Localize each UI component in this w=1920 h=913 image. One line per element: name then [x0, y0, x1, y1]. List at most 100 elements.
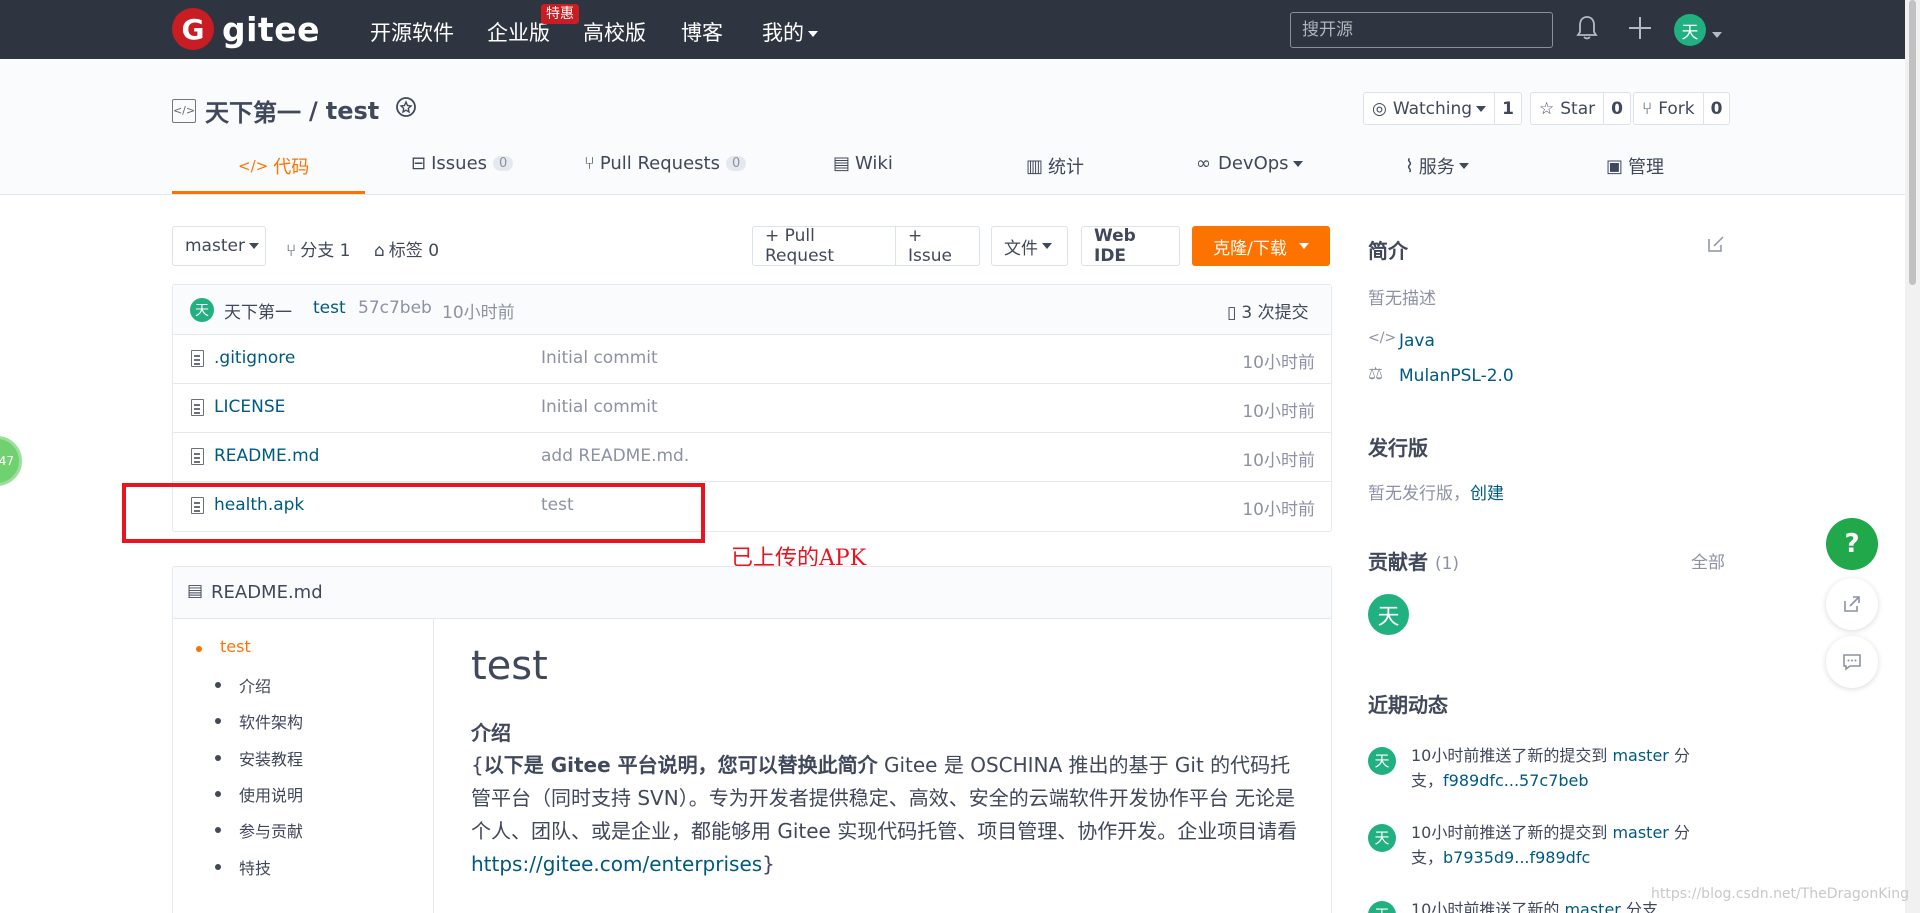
language-link[interactable]: Java: [1399, 331, 1435, 351]
commit-time: 10小时前: [442, 303, 515, 323]
tab-services[interactable]: ⌇ 服务: [1405, 153, 1469, 179]
scrollbar-thumb[interactable]: [1909, 0, 1916, 285]
new-issue-button[interactable]: + Issue: [895, 226, 980, 266]
paragraph-bold: 以下是 Gitee 平台说明，您可以替换此简介: [483, 753, 878, 777]
activity-branch-link[interactable]: master: [1612, 746, 1668, 765]
fork-count[interactable]: 0: [1704, 93, 1730, 124]
commit-message[interactable]: test: [313, 298, 346, 318]
readme-title: test: [471, 643, 548, 689]
commit-author-avatar[interactable]: 天: [190, 298, 214, 322]
recommend-badge-icon[interactable]: [393, 95, 419, 127]
repo-name-link[interactable]: test: [326, 97, 380, 125]
toc-item[interactable]: 软件架构: [239, 709, 303, 733]
file-icon: [191, 399, 204, 416]
fork-button[interactable]: ⑂ Fork 0: [1633, 92, 1731, 125]
create-release-link[interactable]: 创建: [1470, 484, 1504, 504]
activity-commit-link[interactable]: f989dfc...57c7beb: [1443, 771, 1589, 790]
commit-hash[interactable]: 57c7beb: [358, 298, 432, 318]
contributor-avatar[interactable]: 天: [1368, 594, 1409, 635]
intro-title: 简介: [1368, 239, 1408, 263]
tab-wiki[interactable]: ▤ Wiki: [833, 153, 893, 174]
activity-branch-link[interactable]: master: [1564, 900, 1620, 913]
toc-item[interactable]: 安装教程: [239, 746, 303, 770]
tab-issues[interactable]: ⊟ Issues 0: [411, 153, 514, 174]
readme-toc: test 介绍 软件架构 安装教程 使用说明 参与贡献 特技: [173, 619, 434, 913]
avatar-menu-chevron-icon[interactable]: [1712, 25, 1722, 45]
plus-icon[interactable]: [1627, 14, 1653, 47]
toc-item[interactable]: 使用说明: [239, 782, 303, 806]
file-row[interactable]: .gitignore Initial commit 10小时前: [173, 335, 1331, 384]
toc-item[interactable]: test: [220, 637, 251, 656]
file-name[interactable]: LICENSE: [214, 397, 285, 417]
watching-count[interactable]: 1: [1495, 93, 1521, 124]
clone-download-button[interactable]: 克隆/下载: [1192, 226, 1330, 266]
gitee-logo[interactable]: G gitee: [172, 8, 320, 50]
file-menu-button[interactable]: 文件: [991, 226, 1068, 266]
file-name[interactable]: README.md: [214, 446, 319, 466]
tab-devops[interactable]: ∞ DevOps: [1196, 153, 1303, 174]
tags-link[interactable]: ⌂ 标签 0: [374, 236, 439, 261]
nav-blog[interactable]: 博客: [681, 17, 723, 47]
contributors-all-link[interactable]: 全部: [1691, 548, 1725, 573]
toc-item[interactable]: 特技: [239, 855, 271, 879]
new-pull-request-button[interactable]: + Pull Request: [752, 226, 896, 266]
comment-button[interactable]: [1826, 636, 1878, 688]
help-button[interactable]: ?: [1826, 518, 1878, 570]
logo-text: gitee: [222, 9, 320, 49]
nav-open-source[interactable]: 开源软件: [370, 17, 454, 47]
code-icon: </>: [1368, 330, 1397, 346]
commits-icon: ▯: [1227, 303, 1237, 323]
chevron-down-icon: [1298, 243, 1309, 249]
bell-icon[interactable]: [1576, 14, 1598, 47]
branches-link[interactable]: ⑂ 分支 1: [286, 236, 350, 261]
enterprise-link[interactable]: https://gitee.com/enterprises: [471, 852, 762, 876]
file-commit-message[interactable]: Initial commit: [541, 348, 658, 368]
activity-avatar[interactable]: 天: [1368, 747, 1396, 775]
edit-icon[interactable]: [1706, 234, 1726, 259]
infinity-icon: ∞: [1196, 153, 1211, 174]
file-icon: [191, 350, 204, 367]
nav-university[interactable]: 高校版: [583, 17, 646, 47]
file-commit-message[interactable]: Initial commit: [541, 397, 658, 417]
fork-label-wrap: ⑂ Fork: [1634, 93, 1704, 124]
side-float-bubble[interactable]: 47: [0, 436, 22, 486]
file-row[interactable]: LICENSE Initial commit 10小时前: [173, 384, 1331, 433]
toc-item[interactable]: 参与贡献: [239, 818, 303, 842]
nav-mine-label: 我的: [762, 21, 804, 45]
active-tab-indicator: [172, 191, 365, 194]
star-button[interactable]: ☆ Star 0: [1530, 92, 1631, 125]
commit-author[interactable]: 天下第一: [224, 298, 292, 323]
tab-pull-requests[interactable]: ⑂ Pull Requests 0: [584, 153, 747, 174]
tab-services-label: 服务: [1418, 157, 1455, 178]
tab-stats[interactable]: ▥ 统计: [1026, 153, 1084, 179]
repo-code-icon: </>: [172, 98, 196, 123]
user-avatar[interactable]: 天: [1674, 14, 1706, 46]
nav-mine[interactable]: 我的: [762, 17, 818, 47]
license-link[interactable]: MulanPSL-2.0: [1399, 366, 1514, 386]
tab-pull-requests-label: Pull Requests: [599, 153, 720, 174]
activity-branch-link[interactable]: master: [1612, 823, 1668, 842]
file-row[interactable]: README.md add README.md. 10小时前: [173, 433, 1331, 482]
star-count[interactable]: 0: [1604, 93, 1630, 124]
web-ide-button[interactable]: Web IDE: [1081, 226, 1180, 266]
activity-avatar[interactable]: 天: [1368, 824, 1396, 852]
pulse-icon: ⌇: [1405, 155, 1414, 177]
activity-avatar[interactable]: 天: [1368, 901, 1396, 913]
toc-bullet: [215, 755, 221, 761]
file-commit-message[interactable]: add README.md.: [541, 446, 689, 466]
toc-bullet: [215, 864, 221, 870]
watching-button[interactable]: ◎ Watching 1: [1363, 92, 1522, 125]
activity-commit-link[interactable]: b7935d9...f989dfc: [1443, 848, 1590, 867]
commits-count-link[interactable]: ▯ 3 次提交: [1227, 298, 1309, 323]
tab-code[interactable]: </> 代码: [238, 153, 309, 179]
file-name[interactable]: .gitignore: [214, 348, 295, 368]
branch-select[interactable]: master: [172, 226, 266, 266]
tab-manage[interactable]: ▣ 管理: [1606, 153, 1664, 179]
share-button[interactable]: [1826, 578, 1878, 630]
branch-select-label: master: [185, 236, 245, 256]
contributors-label: 贡献者: [1368, 550, 1428, 574]
chevron-down-icon: [248, 243, 259, 249]
repo-owner-link[interactable]: 天下第一: [205, 93, 301, 128]
toc-item[interactable]: 介绍: [239, 673, 271, 697]
search-input[interactable]: 搜开源: [1290, 12, 1553, 48]
